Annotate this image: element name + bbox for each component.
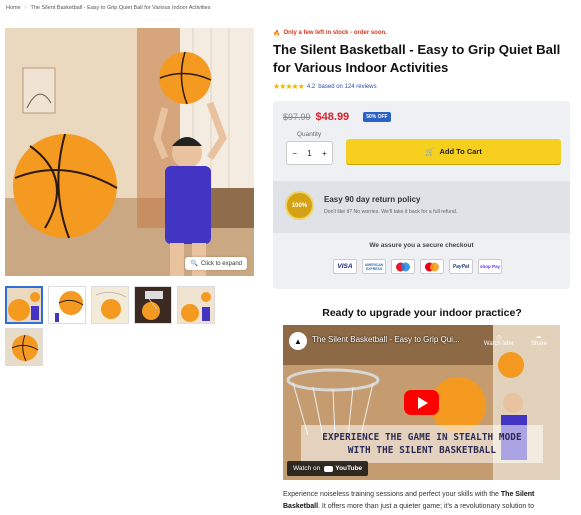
thumbnail-5[interactable]	[177, 286, 215, 324]
discount-badge: 50% OFF	[363, 112, 391, 122]
thumbnail-6[interactable]	[5, 328, 43, 366]
maestro-icon	[391, 259, 415, 274]
quantity-stepper: − 1 +	[286, 141, 333, 165]
cart-icon: 🛒	[425, 147, 435, 156]
return-policy-subtitle: Don't like it? No worries. We'll take it…	[324, 209, 458, 215]
breadcrumb: Home › The Silent Basketball - Easy to G…	[6, 5, 210, 11]
thumbnail-4[interactable]	[134, 286, 172, 324]
secure-checkout-title: We assure you a secure checkout	[369, 242, 474, 249]
price-row: $97.99 $48.99 50% OFF	[283, 111, 391, 123]
stock-notice: 🔥 Only a few left in stock - order soon.	[273, 28, 572, 38]
zoom-label: Click to expand	[200, 260, 242, 267]
thumbnail-image	[7, 288, 41, 322]
thumbnail-image	[135, 287, 171, 323]
return-policy-title: Easy 90 day return policy	[324, 195, 421, 204]
paypal-icon: PayPal	[449, 259, 473, 274]
guarantee-seal-text: 100%	[291, 202, 308, 209]
breadcrumb-home[interactable]: Home	[6, 5, 21, 11]
breadcrumb-current: The Silent Basketball - Easy to Grip Qui…	[30, 5, 211, 11]
thumbnail-2[interactable]	[48, 286, 86, 324]
youtube-video-embed[interactable]: ▲ The Silent Basketball - Easy to Grip Q…	[283, 325, 560, 480]
shop-pay-icon: shop Pay	[478, 259, 502, 274]
video-banner: EXPERIENCE THE GAME IN STEALTH MODE WITH…	[301, 425, 543, 463]
product-page: Home › The Silent Basketball - Easy to G…	[0, 0, 581, 515]
thumbnail-image	[49, 287, 85, 323]
watch-on-label: Watch on	[293, 465, 321, 472]
product-photo	[5, 28, 254, 276]
channel-logo-icon[interactable]: ▲	[289, 332, 307, 350]
youtube-label: YouTube	[335, 465, 363, 472]
sale-price: $48.99	[315, 111, 350, 123]
share-label: Share	[530, 341, 547, 347]
product-title: The Silent Basketball - Easy to Grip Qui…	[273, 42, 561, 75]
main-product-image[interactable]: 🔍 Click to expand	[5, 28, 254, 276]
visa-icon: VISA	[333, 259, 357, 274]
watch-later-button[interactable]: ◷ Watch later	[484, 334, 514, 347]
original-price: $97.99	[283, 112, 311, 122]
maestro-logo	[396, 262, 410, 271]
return-policy: 100% Easy 90 day return policy Don't lik…	[273, 181, 570, 233]
rating-value: 4.2	[306, 83, 316, 90]
zoom-icon: 🔍	[190, 261, 198, 267]
banner-line-1: EXPERIENCE THE GAME IN STEALTH MODE	[322, 432, 522, 443]
watch-on-youtube-button[interactable]: Watch on YouTube	[287, 461, 369, 476]
quantity-value[interactable]: 1	[307, 149, 311, 158]
rating-summary[interactable]: ★★★★★ 4.2 based on 124 reviews	[273, 82, 572, 91]
buy-box: $97.99 $48.99 50% OFF Quantity − 1 + 🛒 A…	[273, 101, 570, 289]
mastercard-icon	[420, 259, 444, 274]
video-title[interactable]: The Silent Basketball - Easy to Grip Qui…	[312, 335, 460, 344]
watch-later-label: Watch later	[483, 341, 514, 347]
video-section-heading: Ready to upgrade your indoor practice?	[322, 307, 522, 319]
thumbnail-image	[6, 329, 42, 365]
mastercard-logo	[425, 262, 439, 271]
product-description: Experience noiseless training sessions a…	[283, 489, 568, 512]
quantity-label: Quantity	[297, 131, 322, 138]
payment-methods: VISA AMERICAN EXPRESS PayPal shop Pay	[333, 259, 502, 274]
add-to-cart-label: Add To Cart	[439, 147, 482, 156]
thumbnail-image	[92, 287, 128, 323]
product-info: 🔥 Only a few left in stock - order soon.…	[273, 28, 572, 91]
share-button[interactable]: ➦ Share	[531, 334, 547, 347]
youtube-icon	[324, 465, 334, 472]
thumbnail-3[interactable]	[91, 286, 129, 324]
fire-icon: 🔥	[273, 30, 281, 37]
click-to-expand-button[interactable]: 🔍 Click to expand	[185, 257, 247, 270]
play-button-icon[interactable]	[404, 390, 439, 415]
stock-notice-text: Only a few left in stock - order soon.	[283, 30, 387, 36]
youtube-logo: YouTube	[324, 465, 362, 472]
star-rating-icon: ★★★★★	[273, 82, 305, 91]
guarantee-seal-icon: 100%	[285, 191, 314, 220]
quantity-decrease-button[interactable]: −	[292, 149, 297, 158]
amex-icon: AMERICAN EXPRESS	[362, 259, 386, 274]
thumbnail-1[interactable]	[5, 286, 43, 324]
description-part-2: . It offers more than just a quieter gam…	[318, 502, 535, 510]
thumbnail-strip	[5, 286, 255, 366]
breadcrumb-separator: ›	[24, 5, 27, 11]
add-to-cart-button[interactable]: 🛒 Add To Cart	[346, 139, 561, 164]
thumbnail-image	[178, 287, 214, 323]
share-icon: ➦	[536, 335, 542, 341]
clock-icon: ◷	[496, 335, 502, 341]
rating-text: based on 124 reviews	[318, 83, 377, 90]
quantity-increase-button[interactable]: +	[322, 149, 327, 158]
banner-line-2: WITH THE SILENT BASKETBALL	[347, 445, 497, 456]
description-part-1: Experience noiseless training sessions a…	[283, 491, 501, 498]
